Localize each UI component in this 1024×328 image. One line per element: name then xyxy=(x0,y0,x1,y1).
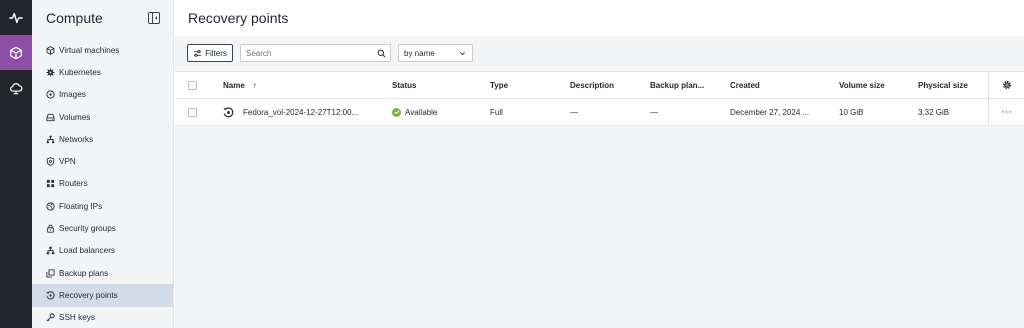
sidebar-item-kubernetes[interactable]: Kubernetes xyxy=(32,61,173,83)
row-status: Available xyxy=(405,107,438,117)
sidebar-item-label: Security groups xyxy=(59,224,116,234)
sidebar-item-routers[interactable]: Routers xyxy=(32,173,173,195)
restore-icon xyxy=(46,291,55,300)
sidebar-item-backup-plans[interactable]: Backup plans xyxy=(32,262,173,284)
sidebar-item-floating-ips[interactable]: Floating IPs xyxy=(32,195,173,217)
row-checkbox[interactable] xyxy=(188,107,197,117)
sidebar-item-networks[interactable]: Networks xyxy=(32,128,173,150)
rail-monitoring-button[interactable] xyxy=(0,0,32,35)
sidebar-item-label: Load balancers xyxy=(59,246,115,256)
restore-icon xyxy=(223,106,234,118)
rail-cloud-button[interactable] xyxy=(0,70,32,105)
sidebar-item-ssh-keys[interactable]: SSH keys xyxy=(32,307,173,328)
row-type: Full xyxy=(490,107,503,117)
select-all-cell xyxy=(188,72,197,98)
gear-icon[interactable] xyxy=(1002,80,1012,90)
check-circle-icon xyxy=(392,107,401,117)
column-header-volume-size[interactable]: Volume size xyxy=(839,72,885,98)
column-header-backup-plan[interactable]: Backup plan... xyxy=(650,72,704,98)
sidebar-item-volumes[interactable]: Volumes xyxy=(32,106,173,128)
column-header-name[interactable]: Name ↑ xyxy=(223,72,257,98)
kubernetes-icon xyxy=(46,68,55,77)
collapse-sidebar-button[interactable] xyxy=(148,12,160,24)
sidebar-item-virtual-machines[interactable]: Virtual machines xyxy=(32,39,173,61)
sidebar-item-security-groups[interactable]: Security groups xyxy=(32,217,173,239)
rail-compute-button[interactable] xyxy=(0,35,32,70)
table-row[interactable]: Fedora_vol-2024-12-27T12:00... Available… xyxy=(175,99,1024,126)
sidebar-item-recovery-points[interactable]: Recovery points xyxy=(32,284,173,307)
sidebar-item-label: Recovery points xyxy=(59,290,118,300)
activity-icon xyxy=(9,12,23,23)
sort-select[interactable]: by name xyxy=(398,44,473,62)
app-root: Compute Virtual machines Kubernetes Imag… xyxy=(0,0,1024,328)
row-physical-size: 3.32 GiB xyxy=(918,107,950,117)
row-name-cell[interactable]: Fedora_vol-2024-12-27T12:00... xyxy=(223,99,358,125)
sort-ascending-icon: ↑ xyxy=(252,80,257,90)
toolbar: Filters by name xyxy=(187,44,473,62)
sidebar-item-label: Virtual machines xyxy=(59,45,120,55)
copy-icon xyxy=(46,269,55,278)
row-status-cell: Available xyxy=(392,99,437,125)
search-icon[interactable] xyxy=(377,49,386,58)
drive-icon xyxy=(46,113,55,122)
sidebar-item-label: SSH keys xyxy=(59,313,95,323)
column-header-created[interactable]: Created xyxy=(730,72,760,98)
search-input[interactable] xyxy=(246,48,377,58)
sidebar-item-load-balancers[interactable]: Load balancers xyxy=(32,240,173,262)
cloud-icon xyxy=(10,82,23,94)
sort-select-value: by name xyxy=(404,48,435,58)
column-settings-cell xyxy=(988,72,1024,98)
row-volume-size: 10 GiB xyxy=(839,107,864,117)
sidebar-item-label: Kubernetes xyxy=(59,67,101,77)
sidebar-item-label: Routers xyxy=(59,179,88,189)
cube-icon xyxy=(10,46,22,59)
sidebar-item-label: Images xyxy=(59,90,86,100)
sidebar-item-label: Networks xyxy=(59,134,94,144)
sidebar: Compute Virtual machines Kubernetes Imag… xyxy=(32,0,174,328)
main-content: Recovery points Filters by name xyxy=(175,0,1024,328)
hierarchy-icon xyxy=(46,246,55,255)
sidebar-item-label: Volumes xyxy=(59,112,91,122)
table-header-row: Name ↑ Status Type Description Backup pl… xyxy=(175,72,1024,99)
column-header-physical-size[interactable]: Physical size xyxy=(918,72,968,98)
row-created: December 27, 2024 ... xyxy=(730,107,810,117)
icon-rail xyxy=(0,0,32,328)
key-icon xyxy=(46,313,55,322)
disc-icon xyxy=(46,90,55,99)
sidebar-title: Compute xyxy=(46,10,103,26)
sidebar-item-label: Floating IPs xyxy=(59,201,103,211)
sidebar-item-images[interactable]: Images xyxy=(32,84,173,106)
row-description: — xyxy=(570,107,578,117)
network-icon xyxy=(46,135,55,144)
column-header-description[interactable]: Description xyxy=(570,72,614,98)
page-title: Recovery points xyxy=(188,10,289,26)
shield-icon xyxy=(46,157,55,166)
filters-button[interactable]: Filters xyxy=(187,44,233,62)
globe-icon xyxy=(46,202,55,211)
lock-icon xyxy=(46,224,55,233)
row-more-actions-button[interactable]: ··· xyxy=(988,99,1024,125)
column-header-name-label: Name xyxy=(223,80,245,90)
row-select-cell xyxy=(188,99,197,125)
select-all-checkbox[interactable] xyxy=(188,80,197,90)
sidebar-item-vpn[interactable]: VPN xyxy=(32,150,173,172)
column-header-type[interactable]: Type xyxy=(490,72,508,98)
column-header-status[interactable]: Status xyxy=(392,72,416,98)
cube-icon xyxy=(46,45,55,55)
search-box[interactable] xyxy=(240,44,391,62)
sidebar-item-label: Backup plans xyxy=(59,268,109,278)
filters-label: Filters xyxy=(205,48,227,58)
row-backup-plan: — xyxy=(650,107,658,117)
sidebar-header: Compute xyxy=(32,0,173,36)
router-icon xyxy=(46,179,55,188)
sliders-icon xyxy=(194,49,202,57)
row-name: Fedora_vol-2024-12-27T12:00... xyxy=(243,107,359,117)
sidebar-nav: Virtual machines Kubernetes Images Volum… xyxy=(32,39,173,328)
sidebar-item-label: VPN xyxy=(59,157,76,167)
chevron-down-icon xyxy=(459,51,466,55)
recovery-points-table: Name ↑ Status Type Description Backup pl… xyxy=(175,71,1024,126)
page-header: Recovery points xyxy=(175,0,1024,36)
